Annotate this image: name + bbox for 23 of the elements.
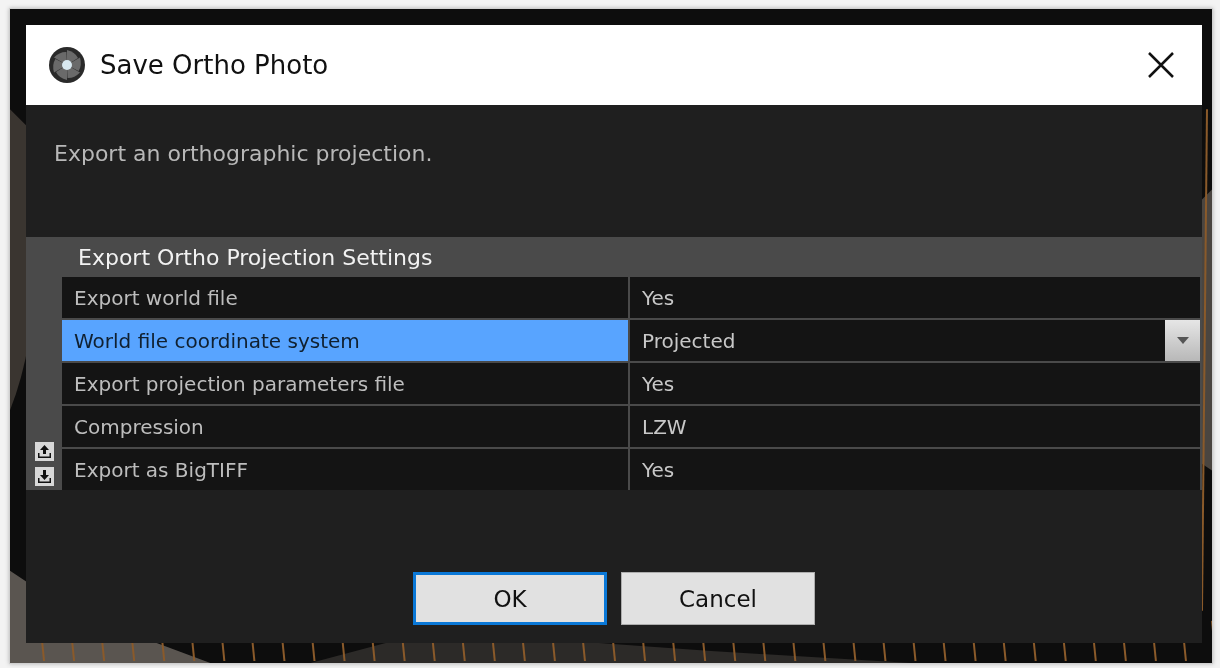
window-title: Save Ortho Photo [100, 50, 330, 80]
close-icon [1148, 52, 1174, 78]
property-dropdown[interactable]: Projected [630, 320, 1200, 361]
download-button[interactable] [34, 467, 54, 486]
upload-icon [36, 444, 52, 459]
download-icon [36, 469, 52, 484]
property-name[interactable]: Compression [62, 406, 628, 447]
dropdown-button[interactable] [1165, 320, 1200, 361]
caret-icon [1176, 337, 1189, 344]
property-value[interactable]: Yes [630, 449, 1200, 490]
property-value[interactable]: LZW [630, 406, 1200, 447]
upload-button[interactable] [34, 442, 54, 461]
description: Export an orthographic projection. [53, 140, 434, 168]
property-value[interactable]: Yes [630, 277, 1200, 318]
dialog-button[interactable]: OK [413, 572, 607, 625]
property-name[interactable]: World file coordinate system [62, 320, 628, 361]
property-name[interactable]: Export projection parameters file [62, 363, 628, 404]
property-name[interactable]: Export as BigTIFF [62, 449, 628, 490]
aperture-icon [48, 46, 86, 84]
dialog-button[interactable]: Cancel [621, 572, 815, 625]
property-name[interactable]: Export world file [62, 277, 628, 318]
category-header: Export Ortho Projection Settings [77, 243, 434, 272]
property-value[interactable]: Yes [630, 363, 1200, 404]
